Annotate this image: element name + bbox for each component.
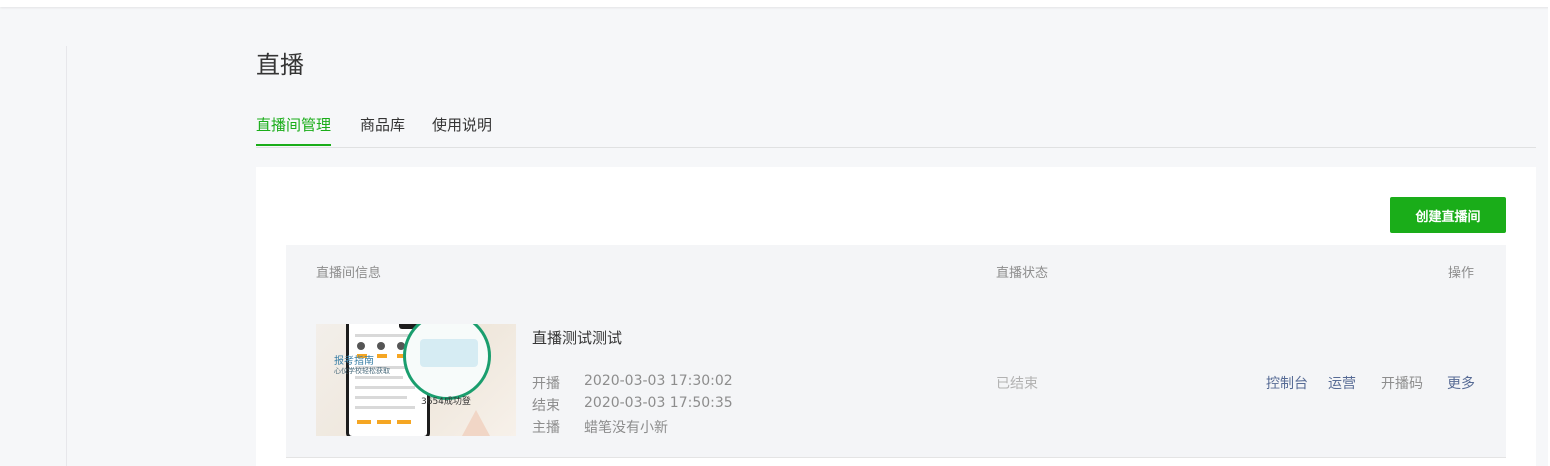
status-text: 已结束	[996, 376, 1038, 392]
host-name: 蜡笔没有小新	[584, 420, 668, 436]
start-time: 2020-03-03 17:30:02	[584, 373, 733, 389]
thumbnail-footer: 3654成功登	[421, 397, 471, 407]
create-live-room-button[interactable]: 创建直播间	[1390, 197, 1506, 233]
room-name: 直播测试测试	[532, 329, 623, 347]
host-label: 主播	[532, 420, 560, 436]
header-operations: 操作	[1448, 266, 1475, 281]
table-row: 报考指南 心仪学校轻松获取 3654成功登 直播测试测试 开播 2020-03-…	[286, 303, 1506, 458]
page-title: 直播	[256, 51, 304, 79]
thumbnail-title: 报考指南	[334, 356, 374, 367]
tab-bar: 直播间管理 商品库 使用说明	[256, 110, 1536, 148]
tab-product-library[interactable]: 商品库	[360, 110, 405, 146]
start-label: 开播	[532, 376, 560, 392]
end-label: 结束	[532, 398, 560, 414]
header-live-status: 直播状态	[996, 266, 1049, 281]
live-room-card: 创建直播间 直播间信息 直播状态 操作 报考指南 心仪学校轻松获取 3654成功…	[256, 167, 1536, 466]
room-thumbnail[interactable]: 报考指南 心仪学校轻松获取 3654成功登	[316, 324, 516, 436]
thumbnail-subtitle: 心仪学校轻松获取	[334, 367, 390, 375]
sidebar-divider	[66, 46, 67, 466]
operations-link[interactable]: 运营	[1328, 373, 1356, 393]
end-time: 2020-03-03 17:50:35	[584, 395, 733, 411]
header-room-info: 直播间信息	[316, 266, 382, 281]
live-room-table: 直播间信息 直播状态 操作 报考指南 心仪学校轻松获取 3654成功登 直播测试…	[286, 245, 1506, 458]
broadcast-code-link[interactable]: 开播码	[1381, 373, 1423, 393]
more-link[interactable]: 更多	[1447, 373, 1475, 393]
tab-instructions[interactable]: 使用说明	[432, 110, 492, 146]
top-bar	[0, 0, 1550, 7]
console-link[interactable]: 控制台	[1266, 373, 1308, 393]
tab-live-room-management[interactable]: 直播间管理	[256, 110, 332, 146]
